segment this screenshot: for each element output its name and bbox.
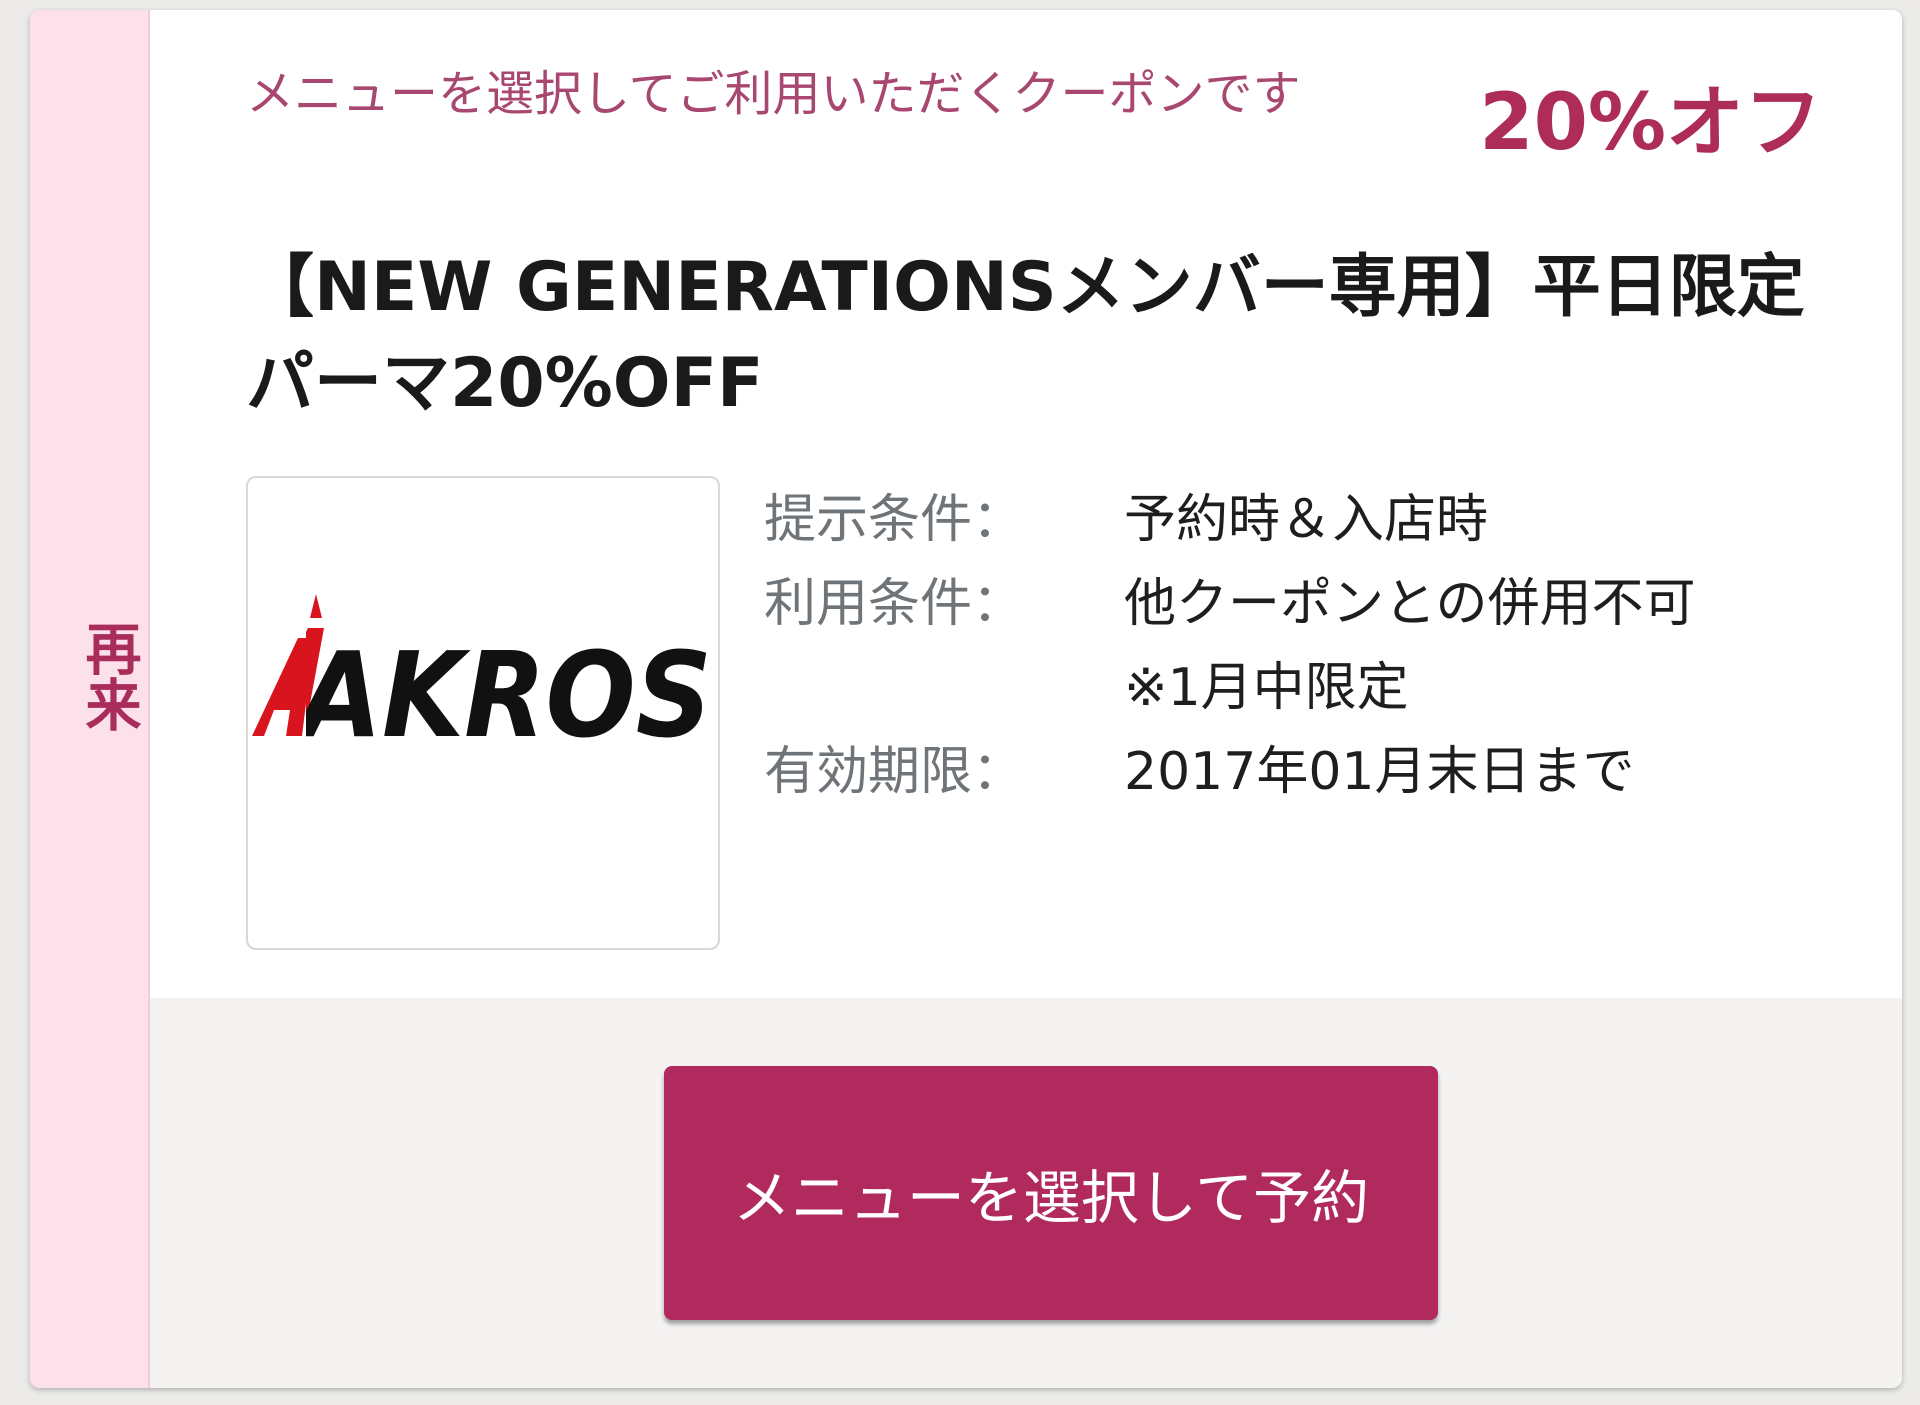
condition-value: 2017年01月末日まで [1124,742,1635,802]
coupon-discount: 20%オフ [1479,78,1822,168]
akros-logo-icon: AKROS [248,594,712,764]
condition-value: 予約時＆入店時 [1124,490,1489,550]
side-tag-label: 再 来 [30,620,148,732]
side-tag-char: 再 [76,620,141,676]
condition-value: 他クーポンとの併用不可 ※1月中限定 [1124,574,1748,718]
coupon-description: メニューを選択してご利用いただくクーポンです [246,66,1301,122]
coupon-footer: メニューを選択して予約 [150,998,1902,1388]
logo-text: AKROS [293,626,712,764]
coupon-conditions: 提示条件： 予約時＆入店時 利用条件： 他クーポンとの併用不可 ※1月中限定 有… [764,478,1864,814]
reserve-button[interactable]: メニューを選択して予約 [664,1066,1438,1320]
coupon-side-tag: 再 来 [30,10,150,1388]
condition-label: 有効期限： [764,742,1025,802]
side-tag-char: 来 [76,676,141,732]
condition-row: 有効期限： 2017年01月末日まで [764,730,1864,814]
coupon-card: 再 来 メニューを選択してご利用いただくクーポンです 20%オフ 【NEW GE… [30,10,1902,1388]
reserve-button-label: メニューを選択して予約 [732,1164,1370,1232]
condition-label: 利用条件： [764,574,1025,634]
condition-row: 利用条件： 他クーポンとの併用不可 ※1月中限定 [764,562,1864,730]
condition-row: 提示条件： 予約時＆入店時 [764,478,1864,562]
condition-label: 提示条件： [764,490,1025,550]
salon-logo: AKROS [246,476,720,950]
coupon-content: メニューを選択してご利用いただくクーポンです 20%オフ 【NEW GENERA… [150,10,1902,998]
coupon-title: 【NEW GENERATIONSメンバー専用】平日限定パーマ20%OFF [246,248,1805,423]
